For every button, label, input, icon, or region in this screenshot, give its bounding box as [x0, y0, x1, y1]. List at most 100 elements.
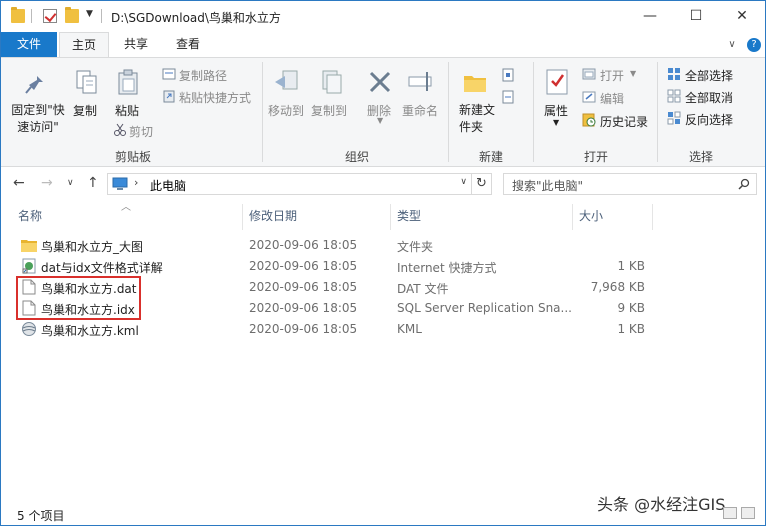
quick-access-dropdown-icon[interactable]: ▼ [86, 9, 93, 19]
title-bar: ▼ D:\SGDownload\鸟巢和水立方 — ☐ ✕ [1, 1, 765, 32]
paste-shortcut-button[interactable]: 粘贴快捷方式 [179, 89, 251, 106]
divider [533, 62, 534, 162]
watermark: 头条 @水经注GIS [597, 495, 726, 514]
navigation-bar: ← → ∨ ↑ › 此电脑 ∨ ↻ 搜索"此电脑" [1, 168, 765, 200]
search-icon[interactable] [738, 178, 750, 190]
new-folder-quick-icon[interactable] [65, 7, 79, 23]
divider[interactable] [572, 204, 573, 230]
column-header-type[interactable]: 类型 [397, 204, 421, 230]
file-row[interactable]: 鸟巢和水立方.kml 2020-09-06 18:05 KML 1 KB [17, 319, 657, 340]
refresh-icon[interactable]: ↻ [472, 173, 492, 195]
close-button[interactable]: ✕ [719, 1, 765, 31]
divider [657, 62, 658, 162]
tab-view[interactable]: 查看 [165, 32, 211, 57]
file-size: 7,968 KB [590, 280, 645, 294]
recent-locations-chevron-icon[interactable]: ∨ [67, 178, 74, 188]
paste-icon [118, 69, 138, 95]
copy-button[interactable]: 复制 [73, 102, 97, 119]
up-arrow-icon[interactable]: ↑ [87, 175, 99, 191]
group-label-open: 打开 [583, 150, 608, 164]
file-row[interactable]: 鸟巢和水立方_大图 2020-09-06 18:05 文件夹 [17, 235, 657, 256]
copy-path-button[interactable]: 复制路径 [179, 67, 227, 84]
properties-button[interactable]: 属性 [544, 102, 568, 119]
easy-access-icon[interactable] [501, 90, 515, 104]
select-all-button[interactable]: 全部选择 [685, 67, 733, 84]
delete-dropdown-icon[interactable]: ▼ [377, 116, 383, 125]
cut-button[interactable]: 剪切 [129, 123, 153, 140]
file-type: 文件夹 [397, 240, 434, 254]
select-none-button[interactable]: 全部取消 [685, 89, 733, 106]
file-date: 2020-09-06 18:05 [249, 259, 358, 273]
move-to-icon [275, 70, 298, 90]
address-bar[interactable]: › 此电脑 ∨ [107, 173, 472, 195]
back-arrow-icon[interactable]: ← [13, 175, 25, 191]
ribbon: 固定到"快速访问" 复制 粘贴 复制路径 粘贴快捷方式 剪切 剪贴板 移动到 复… [1, 57, 765, 167]
file-type: Internet 快捷方式 [397, 261, 497, 275]
pin-quick-access-button[interactable]: 固定到"快速访问" [7, 102, 69, 136]
tab-share[interactable]: 共享 [113, 32, 159, 57]
help-icon[interactable]: ? [747, 38, 761, 52]
file-size: 1 KB [617, 259, 645, 273]
divider [448, 62, 449, 162]
properties-check-icon[interactable] [43, 9, 57, 23]
file-date: 2020-09-06 18:05 [249, 238, 358, 252]
paste-button[interactable]: 粘贴 [115, 102, 139, 119]
copy-icon [76, 70, 97, 94]
new-folder-icon [464, 76, 486, 92]
folder-icon [11, 7, 25, 23]
large-icons-view-icon[interactable] [741, 507, 755, 519]
copy-path-icon [162, 68, 176, 80]
group-label-organize: 组织 [344, 150, 369, 164]
maximize-button[interactable]: ☐ [673, 1, 719, 31]
select-all-icon [668, 68, 680, 80]
ribbon-collapse-icon[interactable]: ∨ [725, 32, 739, 57]
copy-to-button[interactable]: 复制到 [311, 102, 347, 119]
paste-shortcut-icon [163, 90, 175, 103]
file-size: 9 KB [617, 301, 645, 315]
search-box[interactable]: 搜索"此电脑" [503, 173, 757, 195]
tab-home[interactable]: 主页 [59, 32, 109, 57]
invert-selection-button[interactable]: 反向选择 [685, 111, 733, 128]
breadcrumb-this-pc[interactable]: 此电脑 [150, 177, 186, 194]
file-size: 1 KB [617, 322, 645, 336]
address-dropdown-icon[interactable]: ∨ [460, 177, 467, 187]
divider [101, 9, 102, 23]
properties-dropdown-icon[interactable]: ▼ [553, 118, 559, 127]
divider[interactable] [242, 204, 243, 230]
invert-selection-icon [667, 111, 681, 125]
new-item-icon[interactable] [501, 68, 515, 82]
window-title: D:\SGDownload\鸟巢和水立方 [111, 11, 281, 25]
file-type: KML [397, 322, 422, 336]
breadcrumb-separator-icon[interactable]: › [134, 176, 138, 189]
select-none-icon [667, 89, 681, 103]
history-button[interactable]: 历史记录 [600, 113, 648, 130]
status-item-count: 5 个项目 [17, 509, 65, 523]
column-header-size[interactable]: 大小 [579, 204, 603, 230]
open-dropdown-icon[interactable]: ▼ [630, 69, 636, 78]
divider[interactable] [652, 204, 653, 230]
open-button[interactable]: 打开 [600, 67, 624, 84]
folder-icon [21, 240, 37, 252]
file-type: SQL Server Replication Sna... [397, 301, 572, 315]
copy-to-icon [322, 70, 342, 94]
column-header-date[interactable]: 修改日期 [249, 204, 297, 230]
move-to-button[interactable]: 移动到 [268, 102, 304, 119]
column-header-name[interactable]: 名称 [18, 204, 42, 230]
file-row[interactable]: dat与idx文件格式详解 2020-09-06 18:05 Internet … [17, 256, 657, 277]
divider[interactable] [390, 204, 391, 230]
rename-button[interactable]: 重命名 [402, 102, 438, 119]
sort-indicator-icon: ︿ [121, 202, 131, 213]
tab-file[interactable]: 文件 [1, 32, 57, 57]
cut-icon [114, 123, 126, 136]
file-name: dat与idx文件格式详解 [41, 261, 163, 275]
explorer-window: ▼ D:\SGDownload\鸟巢和水立方 — ☐ ✕ 文件 主页 共享 查看… [0, 0, 766, 526]
group-label-clipboard: 剪贴板 [114, 150, 151, 164]
group-label-select: 选择 [688, 150, 713, 164]
new-folder-button[interactable]: 新建文件夹 [459, 102, 499, 136]
search-placeholder: 搜索"此电脑" [512, 179, 584, 193]
minimize-button[interactable]: — [627, 1, 673, 31]
edit-button[interactable]: 编辑 [600, 90, 624, 107]
details-view-icon[interactable] [723, 507, 737, 519]
forward-arrow-icon[interactable]: → [41, 175, 53, 191]
divider [31, 9, 32, 23]
